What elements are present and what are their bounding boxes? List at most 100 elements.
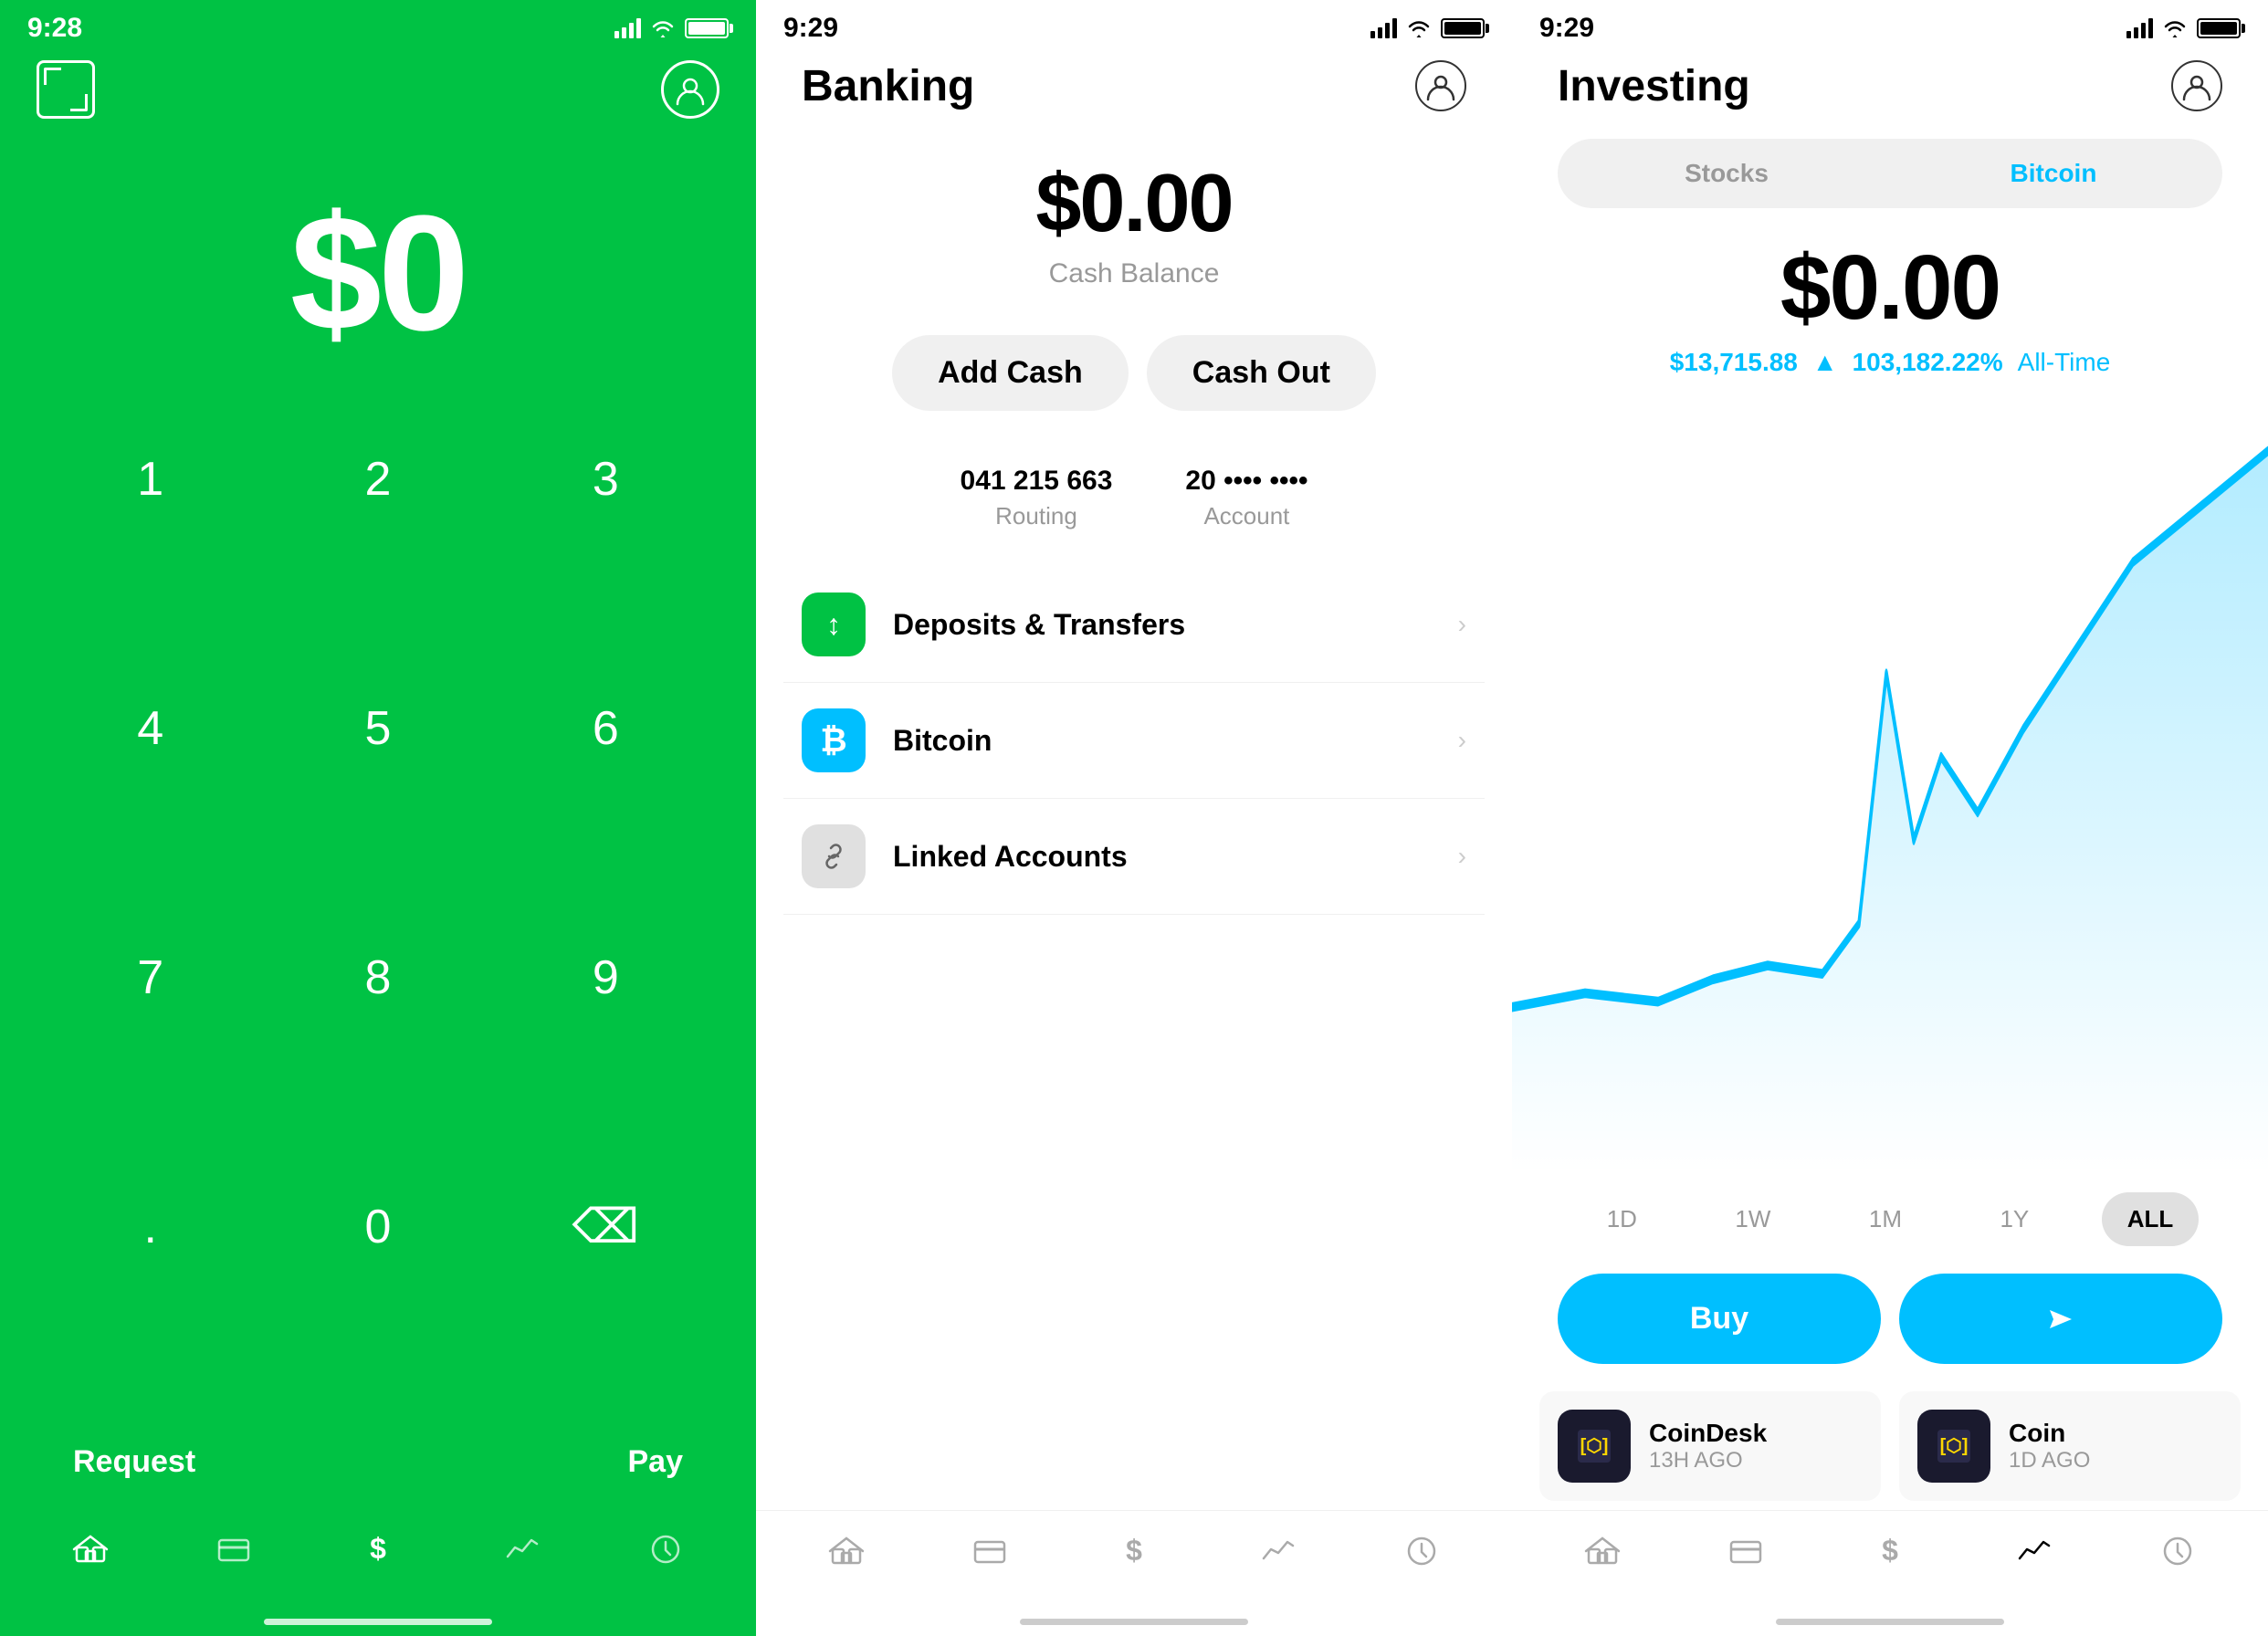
key-7[interactable]: 7 bbox=[37, 928, 264, 1028]
key-5[interactable]: 5 bbox=[264, 678, 491, 779]
time-2: 9:29 bbox=[783, 13, 838, 44]
deposits-transfers-item[interactable]: ↕ Deposits & Transfers › bbox=[783, 567, 1485, 683]
key-3[interactable]: 3 bbox=[492, 429, 719, 530]
time-1y[interactable]: 1Y bbox=[1974, 1192, 2054, 1246]
coindesk-icon-1: [⬡] bbox=[1558, 1410, 1631, 1483]
routing-value: 041 215 663 bbox=[961, 466, 1113, 497]
linked-chevron: › bbox=[1458, 842, 1466, 871]
news-card-1[interactable]: [⬡] CoinDesk 13H AGO bbox=[1539, 1391, 1881, 1501]
tab-clock-2[interactable] bbox=[1400, 1529, 1444, 1573]
tab-bar-1: $ bbox=[0, 1507, 756, 1619]
svg-text:$: $ bbox=[1126, 1534, 1142, 1567]
tab-card-1[interactable] bbox=[210, 1526, 257, 1573]
status-icons-2 bbox=[1370, 18, 1485, 38]
time-1w[interactable]: 1W bbox=[1709, 1192, 1796, 1246]
tab-chart-3[interactable] bbox=[2012, 1529, 2056, 1573]
tab-dollar-1[interactable]: $ bbox=[354, 1526, 402, 1573]
investing-header: Investing bbox=[1512, 51, 2268, 130]
news-content-2: Coin 1D AGO bbox=[2009, 1419, 2090, 1473]
tab-home-2[interactable] bbox=[824, 1529, 868, 1573]
key-8[interactable]: 8 bbox=[264, 928, 491, 1028]
scan-icon[interactable] bbox=[37, 60, 95, 119]
key-4[interactable]: 4 bbox=[37, 678, 264, 779]
main-amount: $0 bbox=[0, 192, 756, 356]
key-0[interactable]: 0 bbox=[264, 1177, 491, 1277]
key-dot[interactable]: . bbox=[37, 1177, 264, 1277]
account-label: Account bbox=[1185, 502, 1307, 530]
tab-clock-3[interactable] bbox=[2156, 1529, 2200, 1573]
tab-card-2[interactable] bbox=[968, 1529, 1012, 1573]
deposits-icon: ↕ bbox=[802, 593, 866, 656]
profile-icon-3[interactable] bbox=[2171, 60, 2222, 111]
news-content-1: CoinDesk 13H AGO bbox=[1649, 1419, 1767, 1473]
time-1d[interactable]: 1D bbox=[1581, 1192, 1663, 1246]
wifi-icon-2 bbox=[1406, 18, 1432, 38]
key-9[interactable]: 9 bbox=[492, 928, 719, 1028]
profile-icon-1[interactable] bbox=[661, 60, 719, 119]
news-source-1: CoinDesk bbox=[1649, 1419, 1767, 1448]
deposits-label: Deposits & Transfers bbox=[893, 608, 1458, 642]
screen1-header bbox=[0, 51, 756, 137]
tab-bitcoin[interactable]: Bitcoin bbox=[1890, 144, 2217, 203]
time-1: 9:28 bbox=[27, 13, 82, 44]
banking-title: Banking bbox=[802, 61, 974, 111]
news-time-2: 1D AGO bbox=[2009, 1448, 2090, 1473]
tab-dollar-2[interactable]: $ bbox=[1112, 1529, 1156, 1573]
invest-change: 103,182.22% bbox=[1853, 348, 2003, 377]
tab-chart-1[interactable] bbox=[499, 1526, 546, 1573]
time-selector: 1D 1W 1M 1Y ALL bbox=[1512, 1183, 2268, 1264]
routing-label: Routing bbox=[961, 502, 1113, 530]
investing-title: Investing bbox=[1558, 61, 1750, 111]
news-section: [⬡] CoinDesk 13H AGO [⬡] bbox=[1512, 1382, 2268, 1510]
bitcoin-chevron: › bbox=[1458, 726, 1466, 755]
invest-period: All-Time bbox=[2018, 348, 2111, 377]
banking-header: Banking bbox=[756, 51, 1512, 139]
tab-dollar-3[interactable]: $ bbox=[1868, 1529, 1912, 1573]
request-button[interactable]: Request bbox=[73, 1444, 195, 1480]
banking-menu: ↕ Deposits & Transfers › ₿ Bitcoin › Lin… bbox=[756, 567, 1512, 915]
send-button[interactable] bbox=[1899, 1274, 2222, 1364]
invest-tab-selector: Stocks Bitcoin bbox=[1558, 139, 2222, 208]
invest-action-btns: Buy bbox=[1512, 1264, 2268, 1382]
deposits-chevron: › bbox=[1458, 610, 1466, 639]
wifi-icon-3 bbox=[2162, 18, 2188, 38]
key-backspace[interactable]: ⌫ bbox=[492, 1177, 719, 1277]
add-cash-button[interactable]: Add Cash bbox=[892, 335, 1129, 411]
banking-actions: Add Cash Cash Out bbox=[756, 317, 1512, 447]
key-1[interactable]: 1 bbox=[37, 429, 264, 530]
tab-card-3[interactable] bbox=[1724, 1529, 1768, 1573]
amount-display: $0 bbox=[0, 192, 756, 356]
tab-home-3[interactable] bbox=[1580, 1529, 1624, 1573]
news-source-2: Coin bbox=[2009, 1419, 2090, 1448]
tab-chart-2[interactable] bbox=[1256, 1529, 1300, 1573]
screen-investing: 9:29 Investing bbox=[1512, 0, 2268, 1636]
status-icons-1 bbox=[614, 18, 729, 38]
tab-home-1[interactable] bbox=[67, 1526, 114, 1573]
home-indicator-1 bbox=[264, 1619, 492, 1625]
account-value: 20 •••• •••• bbox=[1185, 466, 1307, 497]
tab-stocks[interactable]: Stocks bbox=[1563, 144, 1890, 203]
time-1m[interactable]: 1M bbox=[1843, 1192, 1927, 1246]
news-card-2[interactable]: [⬡] Coin 1D AGO bbox=[1899, 1391, 2241, 1501]
home-indicator-2 bbox=[1020, 1619, 1248, 1625]
pay-button[interactable]: Pay bbox=[628, 1444, 684, 1480]
key-2[interactable]: 2 bbox=[264, 429, 491, 530]
signal-icon-2 bbox=[1370, 18, 1397, 38]
buy-button[interactable]: Buy bbox=[1558, 1274, 1881, 1364]
account-field: 20 •••• •••• Account bbox=[1185, 466, 1307, 530]
tab-clock-1[interactable] bbox=[642, 1526, 689, 1573]
news-time-1: 13H AGO bbox=[1649, 1448, 1767, 1473]
home-indicator-3 bbox=[1776, 1619, 2004, 1625]
invest-balance: $0.00 $13,715.88 ▲ 103,182.22% All-Time bbox=[1512, 226, 2268, 386]
cash-out-button[interactable]: Cash Out bbox=[1147, 335, 1376, 411]
svg-text:$: $ bbox=[370, 1532, 386, 1565]
key-6[interactable]: 6 bbox=[492, 678, 719, 779]
time-all[interactable]: ALL bbox=[2102, 1192, 2200, 1246]
invest-stats: $13,715.88 ▲ 103,182.22% All-Time bbox=[1512, 348, 2268, 377]
profile-icon-2[interactable] bbox=[1415, 60, 1466, 111]
linked-accounts-icon bbox=[802, 824, 866, 888]
balance-section: $0.00 Cash Balance bbox=[756, 139, 1512, 317]
battery-icon-2 bbox=[1441, 18, 1485, 38]
linked-accounts-item[interactable]: Linked Accounts › bbox=[783, 799, 1485, 915]
bitcoin-item[interactable]: ₿ Bitcoin › bbox=[783, 683, 1485, 799]
